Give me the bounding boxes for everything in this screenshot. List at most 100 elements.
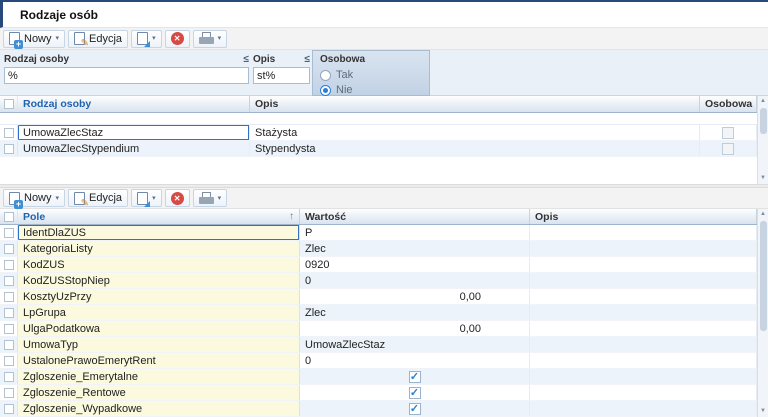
print-button[interactable]: [193, 189, 228, 207]
cell-rodzaj-osoby[interactable]: UmowaZlecStaz: [18, 125, 250, 140]
column-header-pole[interactable]: Pole ↑: [18, 209, 300, 224]
select-all-header[interactable]: [0, 96, 18, 112]
table-row[interactable]: UmowaZlecStypendiumStypendysta: [0, 141, 757, 157]
row-select-checkbox[interactable]: [0, 225, 18, 240]
column-header-opis[interactable]: Opis: [530, 209, 757, 224]
row-select-checkbox[interactable]: [0, 273, 18, 288]
row-select-checkbox[interactable]: [0, 141, 18, 156]
row-select-checkbox[interactable]: [0, 385, 18, 400]
row-select-checkbox[interactable]: [0, 289, 18, 304]
column-header-wartosc[interactable]: Wartość: [300, 209, 530, 224]
row-select-checkbox[interactable]: [0, 321, 18, 336]
edit-button[interactable]: Edycja: [68, 30, 128, 48]
cell-wartosc[interactable]: Zlec: [300, 241, 530, 256]
table-row[interactable]: KategoriaListyZlec: [0, 241, 757, 257]
delete-button[interactable]: [165, 189, 190, 207]
table-row[interactable]: UlgaPodatkowa0,00: [0, 321, 757, 337]
cell-wartosc[interactable]: [300, 385, 530, 400]
scroll-up-icon[interactable]: [760, 97, 766, 106]
table-row[interactable]: IdentDlaZUSP: [0, 225, 757, 241]
copy-button[interactable]: [131, 30, 162, 48]
radio-selected-icon[interactable]: [320, 85, 331, 96]
row-select-checkbox[interactable]: [0, 125, 18, 140]
chevron-down-icon[interactable]: [56, 35, 60, 42]
column-header-osobowa[interactable]: Osobowa: [700, 96, 757, 112]
row-select-checkbox[interactable]: [0, 241, 18, 256]
grid2-scrollbar[interactable]: [757, 209, 768, 417]
osobowa-option-tak[interactable]: Tak: [320, 69, 422, 81]
cell-pole[interactable]: KodZUSStopNiep: [18, 273, 300, 288]
cell-pole[interactable]: Zgloszenie_Rentowe: [18, 385, 300, 400]
row-select-checkbox[interactable]: [0, 257, 18, 272]
table-row[interactable]: KosztyUzPrzy0,00: [0, 289, 757, 305]
cell-wartosc[interactable]: [300, 401, 530, 416]
cell-opis[interactable]: [530, 369, 757, 384]
edit-button[interactable]: Edycja: [68, 189, 128, 207]
select-all-header[interactable]: [0, 209, 18, 224]
opis-filter-input[interactable]: [253, 67, 310, 84]
column-header-rodzaj-osoby[interactable]: Rodzaj osoby: [18, 96, 250, 112]
scroll-up-icon[interactable]: [760, 210, 766, 219]
column-header-opis[interactable]: Opis: [250, 96, 700, 112]
cell-wartosc[interactable]: 0: [300, 353, 530, 368]
row-select-checkbox[interactable]: [0, 337, 18, 352]
chevron-down-icon[interactable]: [56, 195, 60, 202]
rodzaj-osoby-filter-input[interactable]: [4, 67, 249, 84]
cell-wartosc[interactable]: 0,00: [300, 289, 530, 304]
table-row[interactable]: UmowaZlecStazStażysta: [0, 125, 757, 141]
row-select-checkbox[interactable]: [0, 353, 18, 368]
osobowa-option-nie[interactable]: Nie: [320, 84, 422, 96]
table-row[interactable]: UstalonePrawoEmerytRent0: [0, 353, 757, 369]
new-row-area[interactable]: [0, 113, 768, 125]
new-button[interactable]: Nowy: [3, 30, 65, 48]
cell-pole[interactable]: UstalonePrawoEmerytRent: [18, 353, 300, 368]
cell-pole[interactable]: KategoriaListy: [18, 241, 300, 256]
cell-opis[interactable]: [530, 321, 757, 336]
cell-wartosc[interactable]: UmowaZlecStaz: [300, 337, 530, 352]
radio-icon[interactable]: [320, 70, 331, 81]
cell-wartosc[interactable]: 0: [300, 273, 530, 288]
row-select-checkbox[interactable]: [0, 305, 18, 320]
cell-pole[interactable]: Zgloszenie_Emerytalne: [18, 369, 300, 384]
print-button[interactable]: [193, 30, 228, 48]
cell-wartosc[interactable]: P: [300, 225, 530, 240]
cell-wartosc[interactable]: 0,00: [300, 321, 530, 336]
table-row[interactable]: KodZUSStopNiep0: [0, 273, 757, 289]
cell-opis[interactable]: [530, 305, 757, 320]
cell-opis[interactable]: [530, 401, 757, 416]
chevron-down-icon[interactable]: [218, 195, 222, 202]
scrollbar-thumb[interactable]: [760, 221, 767, 331]
osobowa-checkbox-icon[interactable]: [722, 143, 734, 155]
cell-osobowa[interactable]: [700, 125, 757, 140]
copy-button[interactable]: [131, 189, 162, 207]
cell-pole[interactable]: UlgaPodatkowa: [18, 321, 300, 336]
cell-opis[interactable]: [530, 257, 757, 272]
cell-opis[interactable]: Stażysta: [250, 125, 700, 140]
row-select-checkbox[interactable]: [0, 369, 18, 384]
new-button[interactable]: Nowy: [3, 189, 65, 207]
delete-button[interactable]: [165, 30, 190, 48]
row-select-checkbox[interactable]: [0, 401, 18, 416]
value-checkbox-icon[interactable]: [409, 371, 421, 383]
table-row[interactable]: UmowaTypUmowaZlecStaz: [0, 337, 757, 353]
table-row[interactable]: Zgloszenie_Rentowe: [0, 385, 757, 401]
grid1-scrollbar[interactable]: [757, 96, 768, 184]
cell-osobowa[interactable]: [700, 141, 757, 156]
cell-opis[interactable]: [530, 225, 757, 240]
opis-filter-operator[interactable]: ≤: [305, 54, 311, 65]
chevron-down-icon[interactable]: [152, 35, 156, 42]
cell-opis[interactable]: [530, 385, 757, 400]
rodzaj-filter-operator[interactable]: ≤: [244, 54, 250, 65]
cell-pole[interactable]: Zgloszenie_Wypadkowe: [18, 401, 300, 416]
cell-pole[interactable]: LpGrupa: [18, 305, 300, 320]
scroll-down-icon[interactable]: [760, 174, 766, 183]
cell-pole[interactable]: IdentDlaZUS: [18, 225, 300, 240]
scroll-down-icon[interactable]: [760, 407, 766, 416]
cell-opis[interactable]: [530, 289, 757, 304]
cell-wartosc[interactable]: [300, 369, 530, 384]
cell-pole[interactable]: KosztyUzPrzy: [18, 289, 300, 304]
cell-rodzaj-osoby[interactable]: UmowaZlecStypendium: [18, 141, 250, 156]
cell-pole[interactable]: UmowaTyp: [18, 337, 300, 352]
cell-wartosc[interactable]: 0920: [300, 257, 530, 272]
cell-opis[interactable]: [530, 353, 757, 368]
